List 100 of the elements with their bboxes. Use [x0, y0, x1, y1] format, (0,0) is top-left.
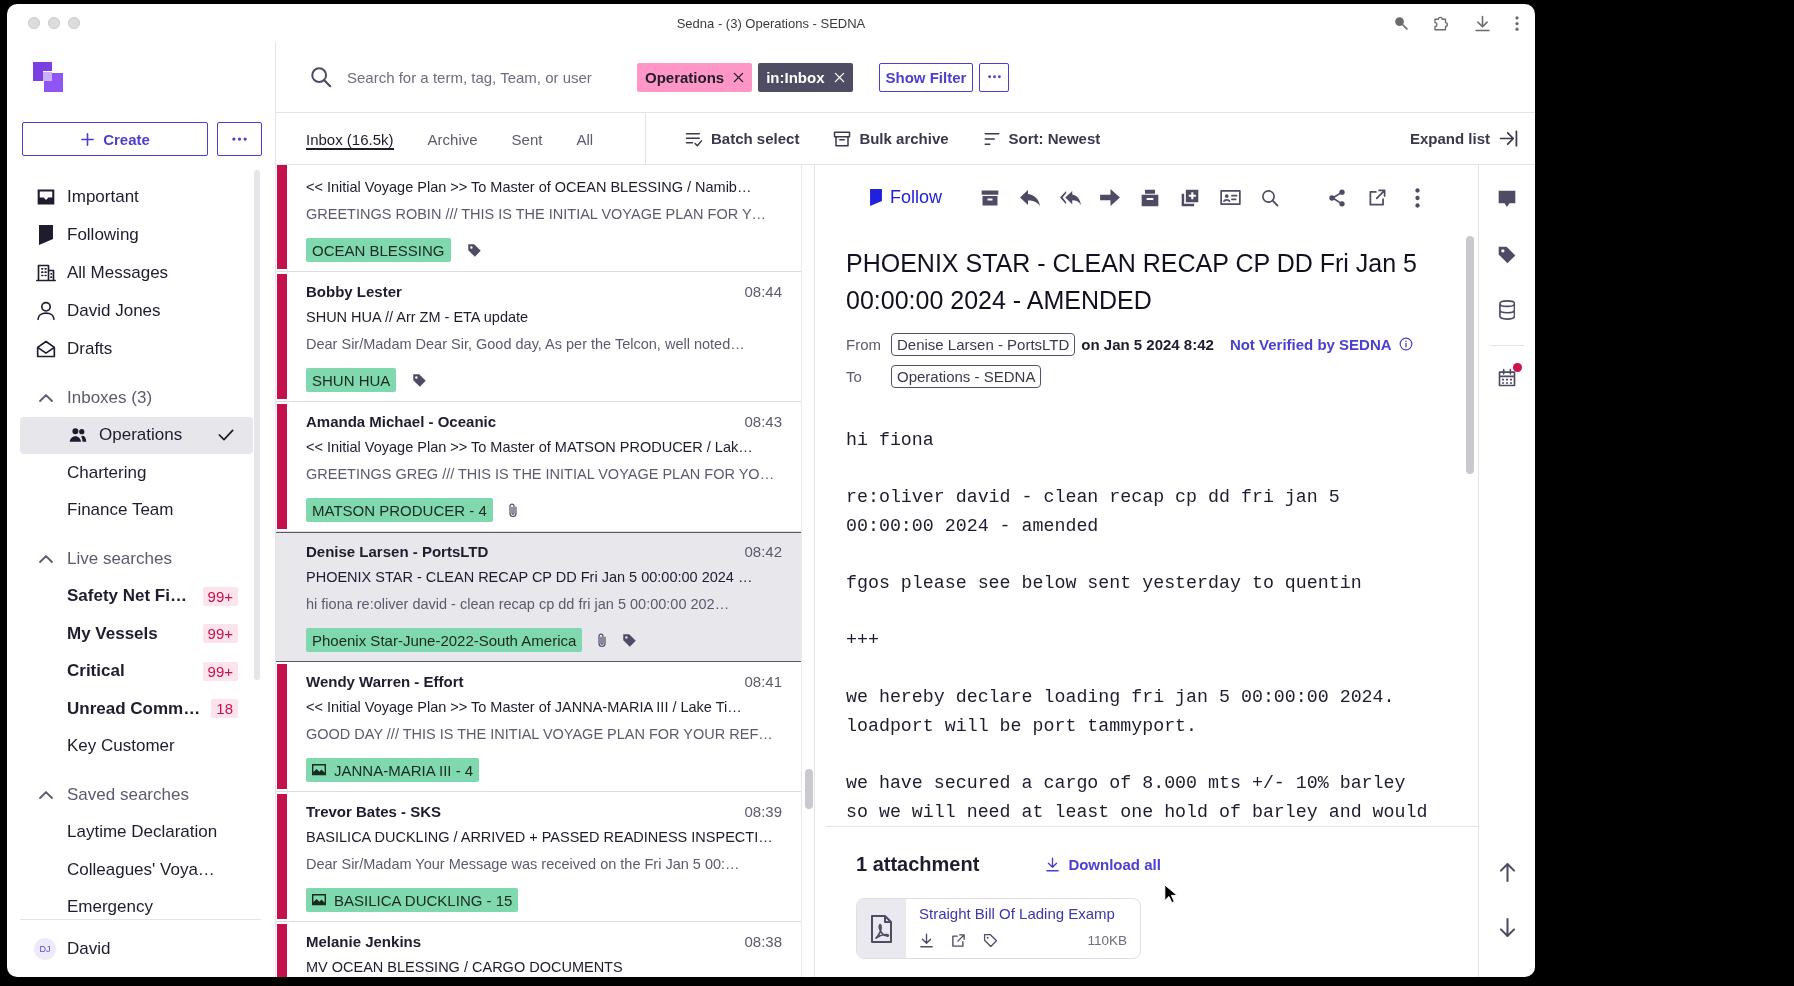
tag-icon[interactable]	[983, 932, 998, 948]
share-icon[interactable]	[1327, 187, 1347, 208]
sort-button[interactable]: Sort: Newest	[982, 129, 1101, 148]
database-icon[interactable]	[1498, 299, 1516, 320]
filter-chip[interactable]: Operations	[637, 62, 753, 92]
reply-all-icon[interactable]	[1059, 190, 1081, 205]
message-subject: BASILICA DUCKLING / ARRIVED + PASSED READINESS INSPECTI…	[306, 828, 774, 847]
unread-count: 99+	[202, 586, 238, 606]
search-icon[interactable]	[1261, 188, 1279, 207]
person-icon	[36, 301, 56, 321]
sidebar-item[interactable]: My Vessels 99+	[20, 615, 253, 653]
arrow-up-icon[interactable]	[1499, 863, 1515, 882]
message-list-item[interactable]: Bobby Lester 08:44 SHUN HUA // Arr ZM - ETA update Dear Sir/Madam Dear Sir, Good day, As per the Telcon, well noted… SHUN HUA	[276, 272, 801, 402]
magnifier-icon[interactable]	[1394, 16, 1408, 30]
more-button[interactable]	[217, 122, 262, 156]
create-button[interactable]: Create	[22, 122, 208, 156]
more-button[interactable]	[979, 62, 1010, 92]
user-name[interactable]: David	[67, 938, 111, 959]
show-filter-button[interactable]: Show Filter	[878, 62, 974, 92]
folder-tab[interactable]: Inbox (16.5k)	[306, 131, 394, 150]
forward-icon[interactable]	[1100, 189, 1120, 206]
sidebar-item[interactable]: Emergency	[20, 888, 253, 919]
message-time: 08:41	[744, 673, 782, 690]
vessel-tag[interactable]: JANNA-MARIA III - 4	[306, 758, 480, 782]
info-icon[interactable]	[1398, 337, 1413, 351]
sender-name[interactable]: Denise Larsen - PortsLTD	[891, 332, 1076, 356]
reply-icon[interactable]	[1020, 189, 1040, 206]
expand-list-button[interactable]: Expand list	[1409, 129, 1518, 148]
tag-icon[interactable]	[1497, 245, 1517, 265]
arrow-down-icon[interactable]	[1499, 918, 1515, 937]
section-header[interactable]: Inboxes (3)	[7, 379, 275, 417]
message-list-item[interactable]: << Initial Voyage Plan >> To Master of OCEAN BLESSING / Namib… GREETINGS ROBIN /// THIS IS THE INITIAL VOYAGE PLAN FOR Y… OCEAN BLESSING	[276, 165, 801, 272]
sidebar-item[interactable]: Chartering	[20, 454, 253, 492]
sidebar-item[interactable]: All Messages	[7, 254, 275, 292]
file-box-icon[interactable]	[1140, 187, 1160, 208]
vessel-tag[interactable]: BASILICA DUCKLING - 15	[306, 888, 519, 912]
scrollbar-thumb[interactable]	[254, 170, 260, 680]
message-list-item[interactable]: Melanie Jenkins 08:38 MV OCEAN BLESSING / CARGO DOCUMENTS	[276, 922, 801, 977]
close-icon[interactable]	[733, 71, 745, 83]
attachment-name[interactable]: Straight Bill Of Lading Examp	[919, 903, 1127, 925]
sidebar-item[interactable]: Finance Team	[20, 491, 253, 529]
vessel-tag[interactable]: OCEAN BLESSING	[306, 238, 451, 262]
filter-chip[interactable]: in:Inbox	[758, 62, 853, 92]
comment-icon[interactable]	[1497, 189, 1517, 209]
sidebar-item[interactable]: Following	[7, 216, 275, 254]
archive-icon	[833, 129, 852, 148]
folder-tab[interactable]: Archive	[427, 131, 478, 150]
message-list-item[interactable]: Wendy Warren - Effort 08:41 << Initial Voyage Plan >> To Master of JANNA-MARIA III / Lake Ti… GOOD DAY /// THIS IS THE INITIAL VOYAGE PLAN FOR YOUR REF… JANNA-MARIA III - 4	[276, 662, 801, 792]
message-subject: << Initial Voyage Plan >> To Master of MATSON PRODUCER / Lak…	[306, 438, 754, 457]
attachment-card[interactable]: Straight Bill Of Lading Examp 110KB	[856, 898, 1141, 959]
message-body-paragraph: +++	[846, 629, 880, 653]
vessel-tag[interactable]: MATSON PRODUCER - 4	[306, 498, 493, 522]
batch-select-button[interactable]: Batch select	[685, 129, 800, 148]
sidebar-item[interactable]: Important	[7, 178, 275, 216]
sidebar-item[interactable]: Safety Net Fi… 99+	[20, 577, 253, 615]
app-logo-icon[interactable]	[33, 62, 63, 92]
section-header[interactable]: Saved searches	[7, 776, 275, 814]
download-icon[interactable]	[919, 932, 934, 948]
search-field[interactable]: Search for a term, tag, Team, or user	[347, 68, 622, 86]
download-icon	[1045, 856, 1061, 872]
user-avatar[interactable]: DJ	[34, 937, 56, 960]
download-all-link[interactable]: Download all	[1045, 855, 1161, 873]
section-header[interactable]: Live searches	[7, 540, 275, 578]
sidebar-item[interactable]: Unread Comm… 18	[20, 690, 253, 728]
sidebar-item[interactable]: Drafts	[7, 330, 275, 368]
puzzle-icon[interactable]	[1432, 14, 1450, 32]
message-list-item[interactable]: Trevor Bates - SKS 08:39 BASILICA DUCKLING / ARRIVED + PASSED READINESS INSPECTI… Dear Sir/Madam Your Message was received on the Fri Jan 5 00:… BASILICA DUCKLING - 15	[276, 792, 801, 922]
download-icon[interactable]	[1474, 14, 1491, 32]
recipient-name[interactable]: Operations - SEDNA	[891, 364, 1042, 388]
folder-tab[interactable]: All	[576, 131, 594, 150]
message-time: 08:42	[744, 543, 782, 560]
sidebar-item[interactable]: Colleagues' Voya…	[20, 851, 253, 889]
bulk-archive-button[interactable]: Bulk archive	[833, 129, 949, 148]
follow-button[interactable]: Follow	[865, 187, 947, 208]
scrollbar-thumb[interactable]	[805, 769, 813, 809]
more-icon[interactable]	[1414, 187, 1420, 208]
chevron-up-icon	[39, 554, 53, 563]
id-card-icon[interactable]	[1219, 190, 1241, 205]
more-icon[interactable]	[1515, 15, 1519, 31]
duplicate-icon[interactable]	[1180, 187, 1200, 208]
folder-tab[interactable]: Sent	[511, 131, 543, 150]
sidebar-item[interactable]: Laytime Declaration	[20, 813, 253, 851]
building-icon	[36, 263, 56, 283]
sidebar-item[interactable]: Key Customer	[20, 727, 253, 765]
vessel-tag[interactable]: SHUN HUA	[306, 368, 397, 392]
message-list-item[interactable]: Denise Larsen - PortsLTD 08:42 PHOENIX STAR - CLEAN RECAP CP DD Fri Jan 5 00:00:00 2024 … hi fiona re:oliver david - clean recap cp dd fri jan 5 00:00:00 202… Phoenix Star-June-2022-South America	[276, 532, 801, 662]
calendar-icon[interactable]	[1497, 367, 1517, 388]
sidebar-item[interactable]: David Jones	[7, 292, 275, 330]
unread-count: 99+	[202, 661, 238, 681]
message-list-item[interactable]: Amanda Michael - Oceanic 08:43 << Initial Voyage Plan >> To Master of MATSON PRODUCER / Lak… GREETINGS GREG /// THIS IS THE INITIAL VOYAGE PLAN FOR YO… MATSON PRODUCER - 4	[276, 402, 801, 532]
scrollbar-thumb[interactable]	[1466, 236, 1474, 474]
sidebar-item[interactable]: Operations	[20, 416, 253, 454]
sidebar-item[interactable]: Critical 99+	[20, 652, 253, 690]
verification-link[interactable]: Not Verified by SEDNA	[1229, 335, 1392, 353]
vessel-tag[interactable]: Phoenix Star-June-2022-South America	[306, 628, 583, 652]
chevron-up-icon	[39, 393, 53, 402]
message-preview: hi fiona re:oliver david - clean recap cp dd fri jan 5 00:00:00 202…	[306, 595, 731, 614]
external-link-icon[interactable]	[951, 932, 966, 948]
external-link-icon[interactable]	[1367, 188, 1387, 207]
message-sender: Amanda Michael - Oceanic	[306, 413, 497, 430]
